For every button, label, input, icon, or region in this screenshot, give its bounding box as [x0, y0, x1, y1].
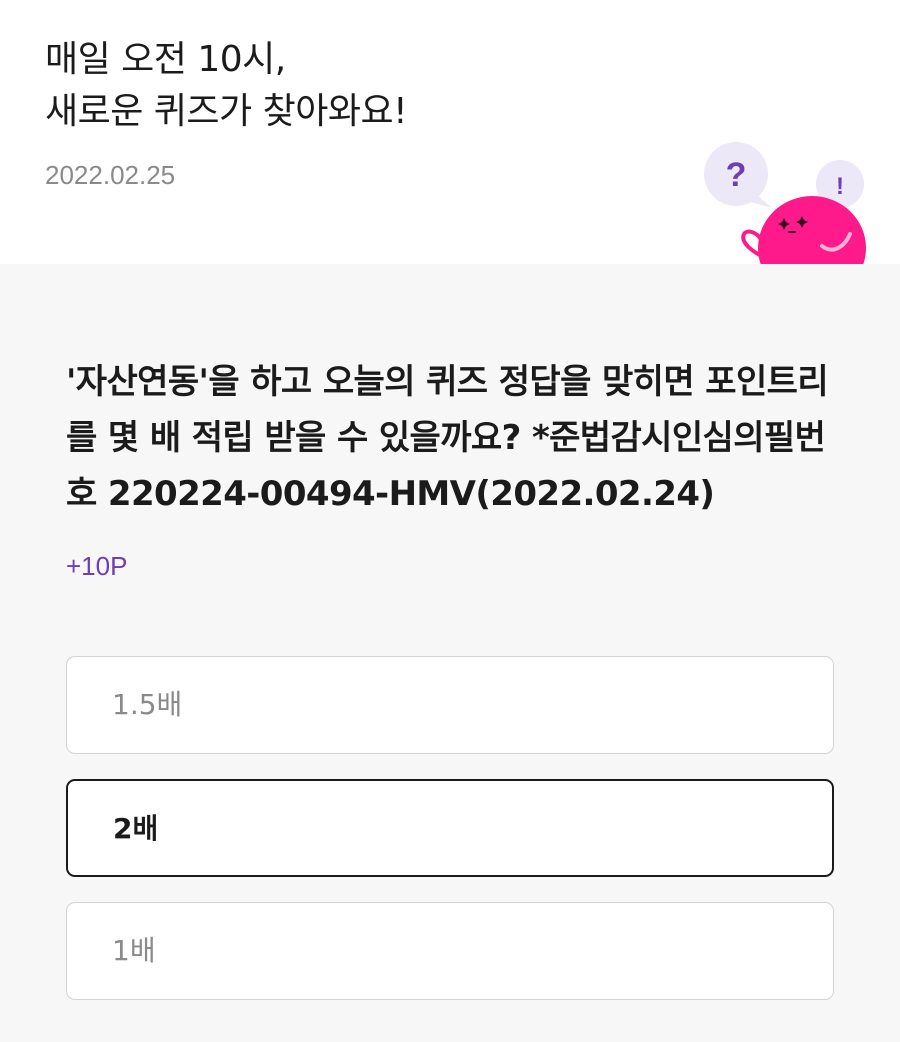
page-title-line-2: 새로운 퀴즈가 찾아와요! [45, 91, 408, 132]
mascot-body [758, 196, 866, 264]
reward-points: +10P [66, 551, 128, 581]
pink-blob-mascot-icon: ? ! [704, 142, 866, 264]
question-mark-text: ? [726, 156, 747, 194]
answer-option-2[interactable]: 2배 [66, 779, 834, 877]
answer-option-label: 2배 [113, 812, 159, 845]
exclamation-mark-text: ! [836, 173, 844, 200]
quiz-date: 2022.02.25 [45, 160, 176, 190]
page-title: 매일 오전 10시, 새로운 퀴즈가 찾아와요! [45, 34, 408, 138]
answer-option-3[interactable]: 1배 [66, 902, 834, 1000]
quiz-question: '자산연동'을 하고 오늘의 퀴즈 정답을 맞히면 포인트리를 몇 배 적립 받… [66, 362, 829, 514]
quiz-content: '자산연동'을 하고 오늘의 퀴즈 정답을 맞히면 포인트리를 몇 배 적립 받… [0, 264, 900, 1042]
answer-option-label: 1.5배 [112, 688, 183, 721]
quiz-header: 매일 오전 10시, 새로운 퀴즈가 찾아와요! 2022.02.25 ? ! [0, 0, 900, 264]
answer-option-1[interactable]: 1.5배 [66, 656, 834, 754]
answer-option-label: 1배 [112, 934, 156, 967]
page-title-line-1: 매일 오전 10시, [45, 39, 286, 80]
